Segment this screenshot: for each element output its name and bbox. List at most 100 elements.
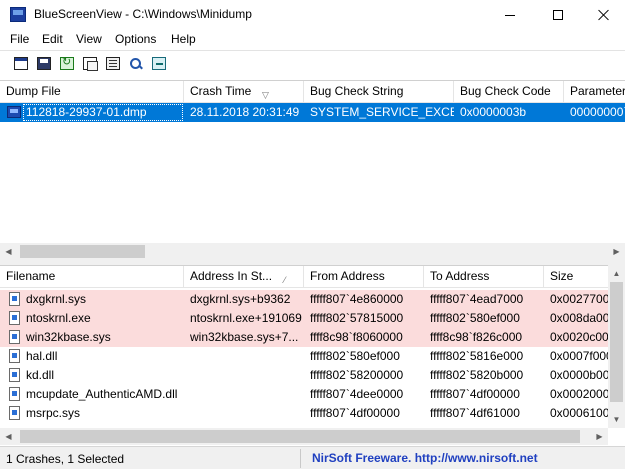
column-size[interactable]: Size bbox=[544, 266, 614, 288]
find-icon bbox=[129, 57, 143, 70]
module-list-vscrollbar[interactable]: ▲ ▼ bbox=[608, 265, 625, 428]
size-cell: 0x00020000 bbox=[550, 387, 608, 401]
menu-file[interactable]: File bbox=[10, 32, 29, 46]
to-address-cell: fffff802`5820b000 bbox=[430, 368, 524, 382]
menu-edit[interactable]: Edit bbox=[42, 32, 63, 46]
from-address-cell: fffff807`4dee0000 bbox=[310, 387, 404, 401]
exit-button[interactable] bbox=[150, 55, 168, 72]
size-cell: 0x00277000 bbox=[550, 292, 608, 306]
nirsoft-link[interactable]: NirSoft Freeware. http://www.nirsoft.net bbox=[312, 451, 538, 465]
crash-row[interactable]: 112818-29937-01.dmp 28.11.2018 20:31:49 … bbox=[0, 103, 625, 122]
close-icon bbox=[598, 9, 610, 21]
scroll-left-icon[interactable]: ◀ bbox=[0, 428, 17, 445]
address-in-stack-cell bbox=[184, 404, 304, 423]
app-icon bbox=[10, 7, 26, 22]
filename-cell: dxgkrnl.sys bbox=[26, 292, 87, 306]
file-icon bbox=[9, 387, 20, 401]
to-address-cell: fffff807`4df00000 bbox=[430, 387, 520, 401]
menu-help[interactable]: Help bbox=[171, 32, 196, 46]
from-address-cell: ffff8c98`f8060000 bbox=[310, 330, 403, 344]
properties-button[interactable] bbox=[104, 55, 122, 72]
scroll-right-icon[interactable]: ▶ bbox=[608, 243, 625, 260]
refresh-icon bbox=[60, 55, 74, 70]
menu-view[interactable]: View bbox=[76, 32, 102, 46]
parameter-cell: 00000000`c bbox=[570, 105, 625, 119]
dump-file-cell: 112818-29937-01.dmp bbox=[26, 105, 147, 119]
to-address-cell: fffff802`580ef000 bbox=[430, 311, 520, 325]
from-address-cell: fffff802`580ef000 bbox=[310, 349, 400, 363]
scroll-thumb[interactable] bbox=[20, 430, 580, 443]
file-icon bbox=[9, 349, 20, 363]
title-bar: BlueScreenView - C:\Windows\Minidump bbox=[0, 0, 625, 30]
scroll-left-icon[interactable]: ◀ bbox=[0, 243, 17, 260]
module-row[interactable]: ntoskrnl.exe ntoskrnl.exe+191069 fffff802`… bbox=[0, 309, 625, 328]
module-row[interactable]: mcupdate_AuthenticAMD.dll fffff807`4dee00… bbox=[0, 385, 625, 404]
module-list-pane: Filename Address In St... ⁄ From Address… bbox=[0, 265, 625, 445]
crash-time-cell: 28.11.2018 20:31:49 bbox=[190, 105, 300, 119]
file-icon bbox=[9, 368, 20, 382]
module-row[interactable]: msrpc.sys fffff807`4df00000 fffff807`4df61… bbox=[0, 404, 625, 423]
properties-icon bbox=[106, 57, 120, 70]
size-cell: 0x0020c000 bbox=[550, 330, 608, 344]
bug-check-code-cell: 0x0000003b bbox=[460, 105, 527, 119]
module-row[interactable]: dxgkrnl.sys dxgkrnl.sys+b9362 fffff807`4e8… bbox=[0, 290, 625, 309]
exit-icon bbox=[152, 57, 166, 70]
module-row[interactable]: win32kbase.sys win32kbase.sys+7... ffff8c9… bbox=[0, 328, 625, 347]
window-icon bbox=[14, 57, 28, 70]
scroll-down-icon[interactable]: ▼ bbox=[608, 411, 625, 428]
vscroll-thumb[interactable] bbox=[610, 282, 623, 402]
save-button[interactable] bbox=[35, 55, 53, 72]
to-address-cell: fffff807`4ead7000 bbox=[430, 292, 524, 306]
to-address-cell: fffff807`4df61000 bbox=[430, 406, 520, 420]
filename-cell: hal.dll bbox=[26, 349, 58, 363]
to-address-cell: ffff8c98`f826c000 bbox=[430, 330, 523, 344]
menu-options[interactable]: Options bbox=[115, 32, 156, 46]
file-icon bbox=[9, 406, 20, 420]
module-row[interactable]: hal.dll fffff802`580ef000 fffff802`5816e00… bbox=[0, 347, 625, 366]
address-in-stack-cell bbox=[184, 385, 304, 404]
column-parameter[interactable]: Parameter bbox=[564, 81, 625, 103]
status-divider bbox=[300, 449, 301, 468]
toolbar bbox=[0, 50, 625, 76]
sort-ascending-icon: ⁄ bbox=[284, 275, 286, 285]
column-address-in-stack[interactable]: Address In St... ⁄ bbox=[184, 266, 304, 288]
column-bug-check-string[interactable]: Bug Check String bbox=[304, 81, 454, 103]
copy-button[interactable] bbox=[81, 55, 99, 72]
maximize-button[interactable] bbox=[535, 0, 581, 30]
column-bug-check-code[interactable]: Bug Check Code bbox=[454, 81, 564, 103]
from-address-cell: fffff802`58200000 bbox=[310, 368, 404, 382]
address-in-stack-cell bbox=[184, 347, 304, 366]
column-filename[interactable]: Filename bbox=[0, 266, 184, 288]
file-icon bbox=[9, 330, 20, 344]
file-icon bbox=[9, 292, 20, 306]
scroll-up-icon[interactable]: ▲ bbox=[608, 265, 625, 282]
minimize-button[interactable] bbox=[487, 0, 533, 30]
from-address-cell: fffff807`4df00000 bbox=[310, 406, 400, 420]
refresh-button[interactable] bbox=[58, 55, 76, 72]
bug-check-string-cell: SYSTEM_SERVICE_EXCE... bbox=[310, 105, 454, 119]
column-from-address[interactable]: From Address bbox=[304, 266, 424, 288]
from-address-cell: fffff802`57815000 bbox=[310, 311, 404, 325]
filename-cell: mcupdate_AuthenticAMD.dll bbox=[26, 387, 178, 401]
module-list-hscrollbar[interactable]: ◀ ▶ bbox=[0, 428, 608, 445]
scroll-right-icon[interactable]: ▶ bbox=[591, 428, 608, 445]
dump-file-icon bbox=[7, 106, 21, 118]
find-button[interactable] bbox=[127, 55, 145, 72]
scroll-thumb[interactable] bbox=[20, 245, 145, 258]
column-to-address[interactable]: To Address bbox=[424, 266, 544, 288]
crash-list-hscrollbar[interactable]: ◀ ▶ bbox=[0, 243, 625, 260]
sort-descending-icon: ▽ bbox=[262, 90, 269, 100]
address-in-stack-cell: dxgkrnl.sys+b9362 bbox=[190, 292, 291, 306]
address-in-stack-cell: ntoskrnl.exe+191069 bbox=[190, 311, 302, 325]
address-in-stack-cell: win32kbase.sys+7... bbox=[190, 330, 299, 344]
size-cell: 0x0007f000 bbox=[550, 349, 608, 363]
column-crash-time[interactable]: Crash Time ▽ bbox=[184, 81, 304, 103]
filename-cell: win32kbase.sys bbox=[26, 330, 111, 344]
filename-cell: ntoskrnl.exe bbox=[26, 311, 91, 325]
module-row[interactable]: kd.dll fffff802`58200000 fffff802`5820b000… bbox=[0, 366, 625, 385]
window-title: BlueScreenView - C:\Windows\Minidump bbox=[34, 7, 252, 21]
column-dump-file[interactable]: Dump File bbox=[0, 81, 184, 103]
copy-icon bbox=[83, 57, 98, 71]
close-button[interactable] bbox=[581, 0, 625, 30]
html-report-button[interactable] bbox=[12, 55, 30, 72]
